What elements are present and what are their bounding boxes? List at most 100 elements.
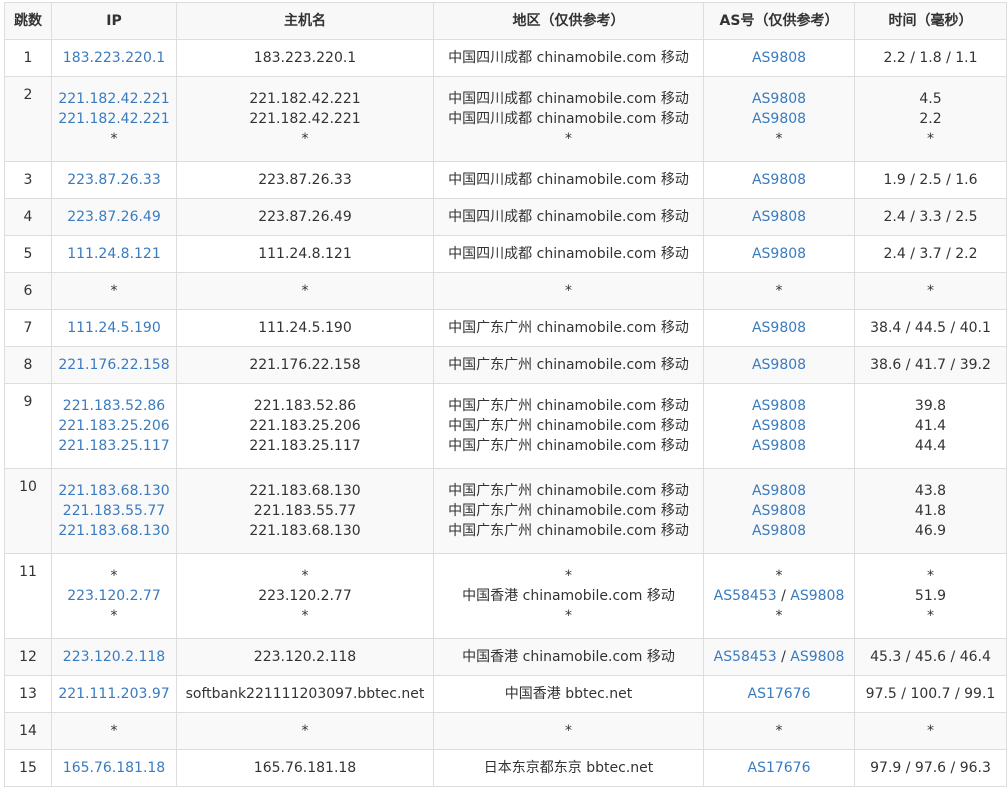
table-row: 2 221.182.42.221 221.182.42.221 * 221.182.42… (4, 76, 1007, 162)
as-cell: AS9808 (703, 309, 855, 347)
hostname-cell: softbank221111203097.bbtec.net (176, 675, 434, 713)
time-cell: 97.5 / 100.7 / 99.1 (854, 675, 1007, 713)
as-link[interactable]: AS17676 (748, 686, 811, 702)
as-line: AS9808 (705, 318, 854, 338)
region-cell: 日本东京都东京 bbtec.net (433, 749, 704, 787)
hostname-text: 221.183.68.130 (249, 483, 361, 499)
ip-text: * (110, 608, 118, 624)
ip-link[interactable]: 111.24.8.121 (53, 244, 176, 264)
ip-link[interactable]: 111.24.5.190 (53, 318, 176, 338)
region-text: 中国四川成都 chinamobile.com 移动 (448, 91, 689, 107)
ip-text: * (110, 568, 118, 584)
region-text: 中国香港 chinamobile.com 移动 (462, 649, 675, 665)
as-text: * (775, 283, 783, 299)
ip-link[interactable]: 221.111.203.97 (53, 684, 176, 704)
header-hop: 跳数 (4, 2, 52, 40)
time-text: * (927, 568, 934, 584)
as-link[interactable]: AS9808 (752, 172, 806, 188)
as-line: * (705, 566, 854, 586)
as-link[interactable]: AS9808 (752, 398, 806, 414)
as-separator: / (776, 588, 791, 604)
time-cell: 38.4 / 44.5 / 40.1 (854, 309, 1007, 347)
ip-text: * (110, 131, 118, 147)
time-cell: 97.9 / 97.6 / 96.3 (854, 749, 1007, 787)
as-cell: AS9808 (703, 235, 855, 273)
time-cell: 38.6 / 41.7 / 39.2 (854, 346, 1007, 384)
ip-link[interactable]: 223.120.2.77 (53, 586, 176, 606)
table-row: 15 165.76.181.18 165.76.181.18 日本东京都东京 bbte… (4, 749, 1007, 787)
as-link[interactable]: AS9808 (790, 588, 844, 604)
as-line: AS9808 (705, 109, 854, 129)
hop-number: 3 (4, 161, 52, 199)
hostname-text: 223.120.2.118 (253, 649, 357, 665)
as-cell: * (703, 712, 855, 750)
hostname-cell: 221.183.68.130 221.183.55.77 221.183.68.13… (176, 468, 434, 554)
time-text: 51.9 (914, 588, 947, 604)
as-link[interactable]: AS58453 (714, 649, 777, 665)
ip-cell: 183.223.220.1 (51, 39, 177, 77)
ip-link[interactable]: 221.183.68.130 (53, 481, 176, 501)
as-link[interactable]: AS9808 (790, 649, 844, 665)
as-link[interactable]: AS9808 (752, 91, 806, 107)
as-link[interactable]: AS9808 (752, 438, 806, 454)
ip-cell: * 223.120.2.77 * (51, 553, 177, 639)
as-line: * (705, 721, 854, 741)
ip-link[interactable]: 223.120.2.118 (53, 647, 176, 667)
hostname-cell: * 223.120.2.77 * (176, 553, 434, 639)
ip-cell: 221.111.203.97 (51, 675, 177, 713)
ip-link[interactable]: 223.87.26.33 (53, 170, 176, 190)
ip-link[interactable]: 223.87.26.49 (53, 207, 176, 227)
time-text: * (927, 131, 934, 147)
ip-link[interactable]: 183.223.220.1 (53, 48, 176, 68)
ip-link[interactable]: 221.182.42.221 (53, 89, 176, 109)
ip-link[interactable]: 221.183.68.130 (53, 521, 176, 541)
ip-link[interactable]: 221.183.52.86 (53, 396, 176, 416)
ip-text: * (110, 723, 118, 739)
as-link[interactable]: AS9808 (752, 523, 806, 539)
ip-link[interactable]: 165.76.181.18 (53, 758, 176, 778)
time-cell: 2.4 / 3.3 / 2.5 (854, 198, 1007, 236)
time-text: 38.6 / 41.7 / 39.2 (870, 357, 991, 373)
time-cell: 43.8 41.8 46.9 (854, 468, 1007, 554)
as-link[interactable]: AS9808 (752, 246, 806, 262)
time-cell: * (854, 272, 1007, 310)
header-ip: IP (51, 2, 177, 40)
ip-link[interactable]: 221.182.42.221 (53, 109, 176, 129)
as-line: AS9808 (705, 481, 854, 501)
ip-link[interactable]: 221.176.22.158 (53, 355, 176, 375)
as-link[interactable]: AS9808 (752, 483, 806, 499)
time-cell: 2.2 / 1.8 / 1.1 (854, 39, 1007, 77)
as-separator: / (776, 649, 791, 665)
hostname-text: 221.183.68.130 (249, 523, 361, 539)
hostname-text: 221.182.42.221 (249, 111, 361, 127)
region-cell: 中国广东广州 chinamobile.com 移动 中国广东广州 chinamob… (433, 468, 704, 554)
as-link[interactable]: AS17676 (748, 760, 811, 776)
as-link[interactable]: AS9808 (752, 50, 806, 66)
region-text: 中国广东广州 chinamobile.com 移动 (448, 503, 689, 519)
as-cell: AS58453 / AS9808 (703, 638, 855, 676)
region-text: * (565, 608, 572, 624)
region-text: 中国香港 bbtec.net (504, 686, 633, 702)
ip-link[interactable]: 221.183.25.117 (53, 436, 176, 456)
hostname-text: * (301, 608, 309, 624)
ip-link[interactable]: 221.183.25.206 (53, 416, 176, 436)
as-line: AS9808 (705, 48, 854, 68)
hop-number: 12 (4, 638, 52, 676)
hostname-cell: 111.24.8.121 (176, 235, 434, 273)
as-link[interactable]: AS9808 (752, 503, 806, 519)
as-link[interactable]: AS9808 (752, 111, 806, 127)
as-link[interactable]: AS9808 (752, 320, 806, 336)
as-link[interactable]: AS9808 (752, 357, 806, 373)
as-link[interactable]: AS9808 (752, 418, 806, 434)
hop-number: 13 (4, 675, 52, 713)
time-text: 43.8 (914, 483, 947, 499)
table-row: 9 221.183.52.86 221.183.25.206 221.183.25.1… (4, 383, 1007, 469)
as-link[interactable]: AS9808 (752, 209, 806, 225)
ip-link[interactable]: 221.183.55.77 (53, 501, 176, 521)
hostname-text: 165.76.181.18 (253, 760, 357, 776)
as-link[interactable]: AS58453 (714, 588, 777, 604)
time-text: 2.4 / 3.3 / 2.5 (883, 209, 978, 225)
ip-cell: 221.183.52.86 221.183.25.206 221.183.25.11… (51, 383, 177, 469)
as-text: * (775, 568, 783, 584)
as-line: AS9808 (705, 207, 854, 227)
